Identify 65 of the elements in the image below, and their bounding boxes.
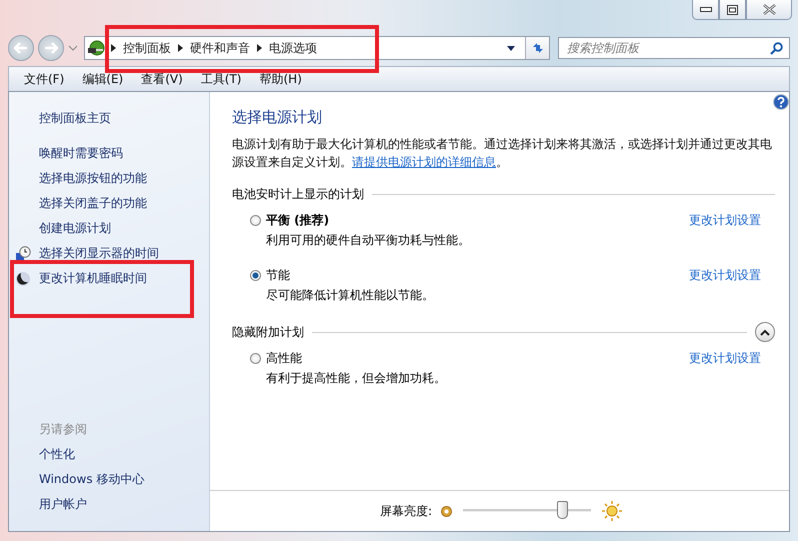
radio-button[interactable] [250,214,261,226]
radio-button[interactable] [250,352,261,364]
sidebar-link[interactable]: Windows 移动中心 [39,467,209,492]
sidebar-link[interactable]: 选择关闭盖子的功能 [39,191,147,216]
menu-item[interactable]: 编辑(E) [73,70,132,88]
plan-name: 节能 [266,266,291,284]
help-icon[interactable] [773,94,789,110]
change-settings-link[interactable]: 更改计划设置 [689,350,761,366]
sidebar-link[interactable]: 控制面板主页 [39,106,209,131]
left-arrow-icon [14,42,28,54]
change-settings-link[interactable]: 更改计划设置 [689,266,761,284]
dropdown-arrow-icon[interactable] [507,46,515,50]
close-button[interactable] [746,0,792,20]
moon-icon [15,270,31,286]
minimize-icon [700,6,712,12]
slider-thumb[interactable] [556,501,568,519]
group-heading: 电池安时计上显示的计划 [232,186,364,202]
search-field[interactable]: 搜索控制面板 [558,37,790,59]
search-icon [770,42,783,55]
brightness-label: 屏幕亮度: [380,502,432,520]
chevron-icon [111,44,116,52]
plan-description: 利用可用的硬件自动平衡功耗与性能。 [265,232,471,249]
brightness-slider[interactable] [463,500,592,522]
sidebar-link[interactable]: 用户帐户 [39,492,209,517]
dim-sun-icon [440,504,454,518]
breadcrumb[interactable]: 电源选项 [269,40,317,56]
breadcrumb[interactable]: 硬件和声音 [190,40,250,56]
bright-sun-icon [601,500,624,522]
refresh-arrows-icon [530,41,544,55]
menu-item[interactable]: 查看(V) [132,70,192,88]
menu-item[interactable]: 文件(F) [15,70,74,88]
plan-description: 有利于提高性能，但会增加功耗。 [265,370,447,387]
refresh-button[interactable] [525,37,549,59]
group-heading: 隐藏附加计划 [232,324,304,340]
plan-name: 平衡 (推荐) [266,212,330,228]
change-settings-link[interactable]: 更改计划设置 [689,212,761,228]
description: 电源计划有助于最大化计算机的性能或者节能。通过选择计划来将其激活，或选择计划并通过更改其电源设置来自定义计划。请提供电源计划的详细信息。 [232,136,773,171]
power-plug-icon [87,39,105,57]
details-link[interactable]: 请提供电源计划的详细信息 [352,155,496,169]
plan-description: 尽可能降低计算机性能以节能。 [265,287,435,304]
sidebar-link[interactable]: 唤醒时需要密码 [39,141,123,166]
sidebar-link[interactable]: 个性化 [39,442,209,467]
collapse-button[interactable] [755,322,775,342]
minimize-button[interactable] [692,0,719,20]
sidebar-link[interactable]: 创建电源计划 [39,216,111,241]
right-arrow-icon [44,42,58,54]
clock-icon [15,246,31,262]
maximize-icon [727,4,738,14]
sidebar-link[interactable]: 选择关闭显示器的时间 [39,241,159,266]
maximize-button[interactable] [719,0,746,20]
section-heading: 另请参阅 [39,421,88,438]
chevron-icon [178,44,183,52]
chevron-up-icon [760,328,770,336]
menu-item[interactable]: 帮助(H) [250,70,311,88]
close-icon [762,4,776,15]
radio-button[interactable] [250,270,261,280]
sidebar-link[interactable]: 更改计算机睡眠时间 [39,266,147,291]
address-bar[interactable]: 控制面板 硬件和声音 电源选项 [84,36,550,60]
sidebar-link[interactable]: 选择电源按钮的功能 [39,166,147,191]
chevron-icon [257,44,262,52]
menu-item[interactable]: 工具(T) [192,70,250,88]
dropdown-caret-icon[interactable] [68,45,78,51]
page-title: 选择电源计划 [232,108,323,127]
breadcrumb[interactable]: 控制面板 [123,40,171,56]
plan-name: 高性能 [266,350,303,366]
